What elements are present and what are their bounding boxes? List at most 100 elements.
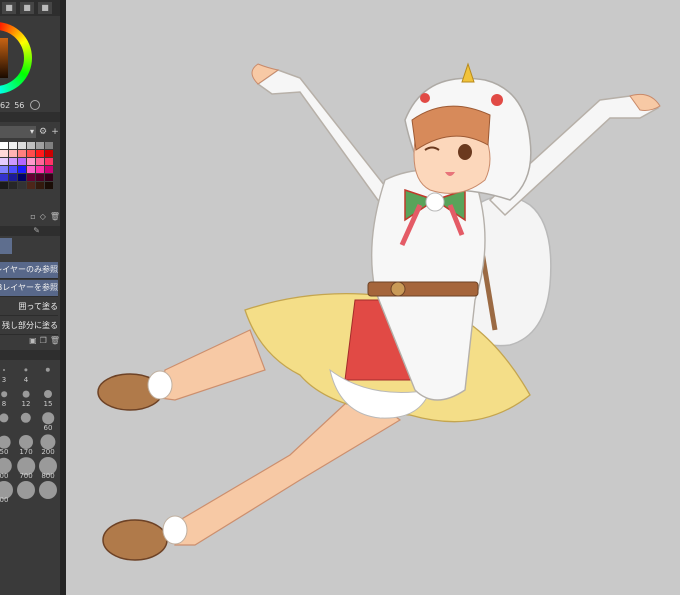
color-swatch[interactable] [45, 142, 53, 149]
new-swatch-icon[interactable]: ▫ [30, 212, 35, 224]
brush-size-option[interactable] [16, 410, 36, 432]
history-tab[interactable]: ■ [20, 2, 34, 14]
color-swatch[interactable] [27, 166, 35, 173]
color-set-toolbar: ▾ ⚙ + [0, 126, 60, 140]
color-swatch[interactable] [9, 174, 17, 181]
color-set-footer: ▫ ◇ 🗑 [0, 212, 60, 224]
add-icon[interactable]: + [50, 126, 60, 138]
option-fill-remaining[interactable]: 残し部分に塗る [0, 318, 58, 335]
brush-size-option[interactable]: 3 [0, 362, 14, 384]
color-swatch[interactable] [45, 158, 53, 165]
color-swatch[interactable] [0, 174, 8, 181]
color-swatch[interactable] [36, 158, 44, 165]
trash-icon[interactable]: 🗑 [50, 336, 60, 348]
brush-size-option[interactable]: 4 [16, 362, 36, 384]
brush-size-dot [22, 390, 30, 398]
brush-size-option[interactable]: 50 [0, 434, 14, 456]
settings-tab[interactable]: ■ [38, 2, 52, 14]
color-swatch[interactable] [0, 166, 8, 173]
hsv-value-2: 56 [14, 100, 25, 110]
color-swatch[interactable] [18, 174, 26, 181]
color-swatch[interactable] [27, 158, 35, 165]
color-swatch[interactable] [0, 150, 8, 157]
brush-size-option[interactable] [38, 362, 58, 384]
color-swatch-grid [0, 142, 53, 189]
brush-size-option[interactable]: 8 [0, 386, 14, 408]
brush-size-option[interactable]: 15 [38, 386, 58, 408]
brush-size-option[interactable]: 00 [0, 481, 14, 504]
left-tool-panel: ■ ■ ■ 62 56 ▾ ⚙ + ▫ ◇ 🗑 ✎ レイヤーのみ参照 Bレイヤー… [0, 0, 61, 595]
color-set-dropdown[interactable]: ▾ [0, 126, 36, 138]
color-swatch[interactable] [18, 142, 26, 149]
color-swatch[interactable] [36, 150, 44, 157]
brush-size-label: 170 [19, 448, 33, 456]
color-swatch[interactable] [36, 166, 44, 173]
copy-layer-icon[interactable]: ❐ [40, 336, 47, 348]
hood-spot [491, 94, 503, 106]
eye [458, 144, 472, 160]
brush-size-label: 15 [43, 400, 53, 408]
color-swatch[interactable] [9, 166, 17, 173]
color-swatch[interactable] [9, 150, 17, 157]
character-illustration [97, 62, 661, 561]
brush-size-label: 00 [0, 496, 9, 504]
brush-size-label: 700 [19, 472, 33, 480]
color-swatch[interactable] [45, 150, 53, 157]
color-mode-icon[interactable] [30, 100, 41, 110]
trash-icon[interactable]: 🗑 [50, 212, 60, 224]
color-swatch[interactable] [9, 158, 17, 165]
color-swatch[interactable] [18, 150, 26, 157]
color-swatch[interactable] [27, 174, 35, 181]
color-swatch[interactable] [18, 166, 26, 173]
brush-size-option[interactable]: 170 [16, 434, 36, 456]
color-swatch[interactable] [36, 182, 44, 189]
palette-tab[interactable]: ■ [2, 2, 16, 14]
brush-size-option[interactable]: 700 [16, 457, 36, 480]
option-label: 囲って塗る [18, 302, 58, 311]
option-reference-layer-only[interactable]: レイヤーのみ参照 [0, 262, 58, 279]
brush-size-dot [24, 368, 28, 372]
replace-swatch-icon[interactable]: ◇ [40, 212, 46, 224]
brush-size-option[interactable] [16, 481, 36, 504]
color-swatch[interactable] [27, 142, 35, 149]
color-swatch[interactable] [18, 182, 26, 189]
brush-size-option[interactable] [38, 481, 58, 504]
brush-size-dot [19, 435, 33, 449]
color-swatch[interactable] [36, 174, 44, 181]
brush-size-dot [1, 391, 7, 397]
color-swatch[interactable] [27, 150, 35, 157]
color-swatch[interactable] [0, 158, 8, 165]
option-reference-b-layer[interactable]: Bレイヤーを参照 [0, 280, 58, 297]
option-enclose-and-fill[interactable]: 囲って塗る [0, 299, 58, 316]
brush-size-label: 60 [43, 424, 53, 432]
pen-icon: ✎ [33, 226, 40, 235]
brush-size-option[interactable]: 00 [0, 457, 14, 480]
color-swatch[interactable] [45, 182, 53, 189]
brush-size-option[interactable]: 12 [16, 386, 36, 408]
panel-tab-bar: ■ ■ ■ [0, 0, 60, 16]
brush-size-option[interactable]: 800 [38, 457, 58, 480]
wrench-icon[interactable]: ⚙ [38, 126, 48, 138]
color-swatch[interactable] [9, 182, 17, 189]
color-swatch[interactable] [9, 142, 17, 149]
hood-spot [420, 93, 430, 103]
brush-size-label: 200 [41, 448, 55, 456]
brush-size-label: 4 [23, 376, 29, 384]
color-swatch[interactable] [36, 142, 44, 149]
shoe-lower [102, 519, 168, 561]
drawing-canvas[interactable] [66, 0, 680, 595]
color-swatch[interactable] [45, 174, 53, 181]
color-swatch[interactable] [45, 166, 53, 173]
color-swatch[interactable] [0, 142, 8, 149]
saturation-value-square[interactable] [0, 38, 8, 78]
brush-size-option[interactable]: 200 [38, 434, 58, 456]
belt-buckle [390, 281, 406, 297]
brush-size-option[interactable] [0, 410, 14, 432]
brush-size-option[interactable]: 60 [38, 410, 58, 432]
color-swatch[interactable] [27, 182, 35, 189]
hsv-value-1: 62 [0, 100, 11, 110]
color-swatch[interactable] [18, 158, 26, 165]
reference-mode-indicator[interactable] [0, 238, 12, 254]
new-layer-icon[interactable]: ▣ [29, 336, 37, 348]
color-swatch[interactable] [0, 182, 8, 189]
